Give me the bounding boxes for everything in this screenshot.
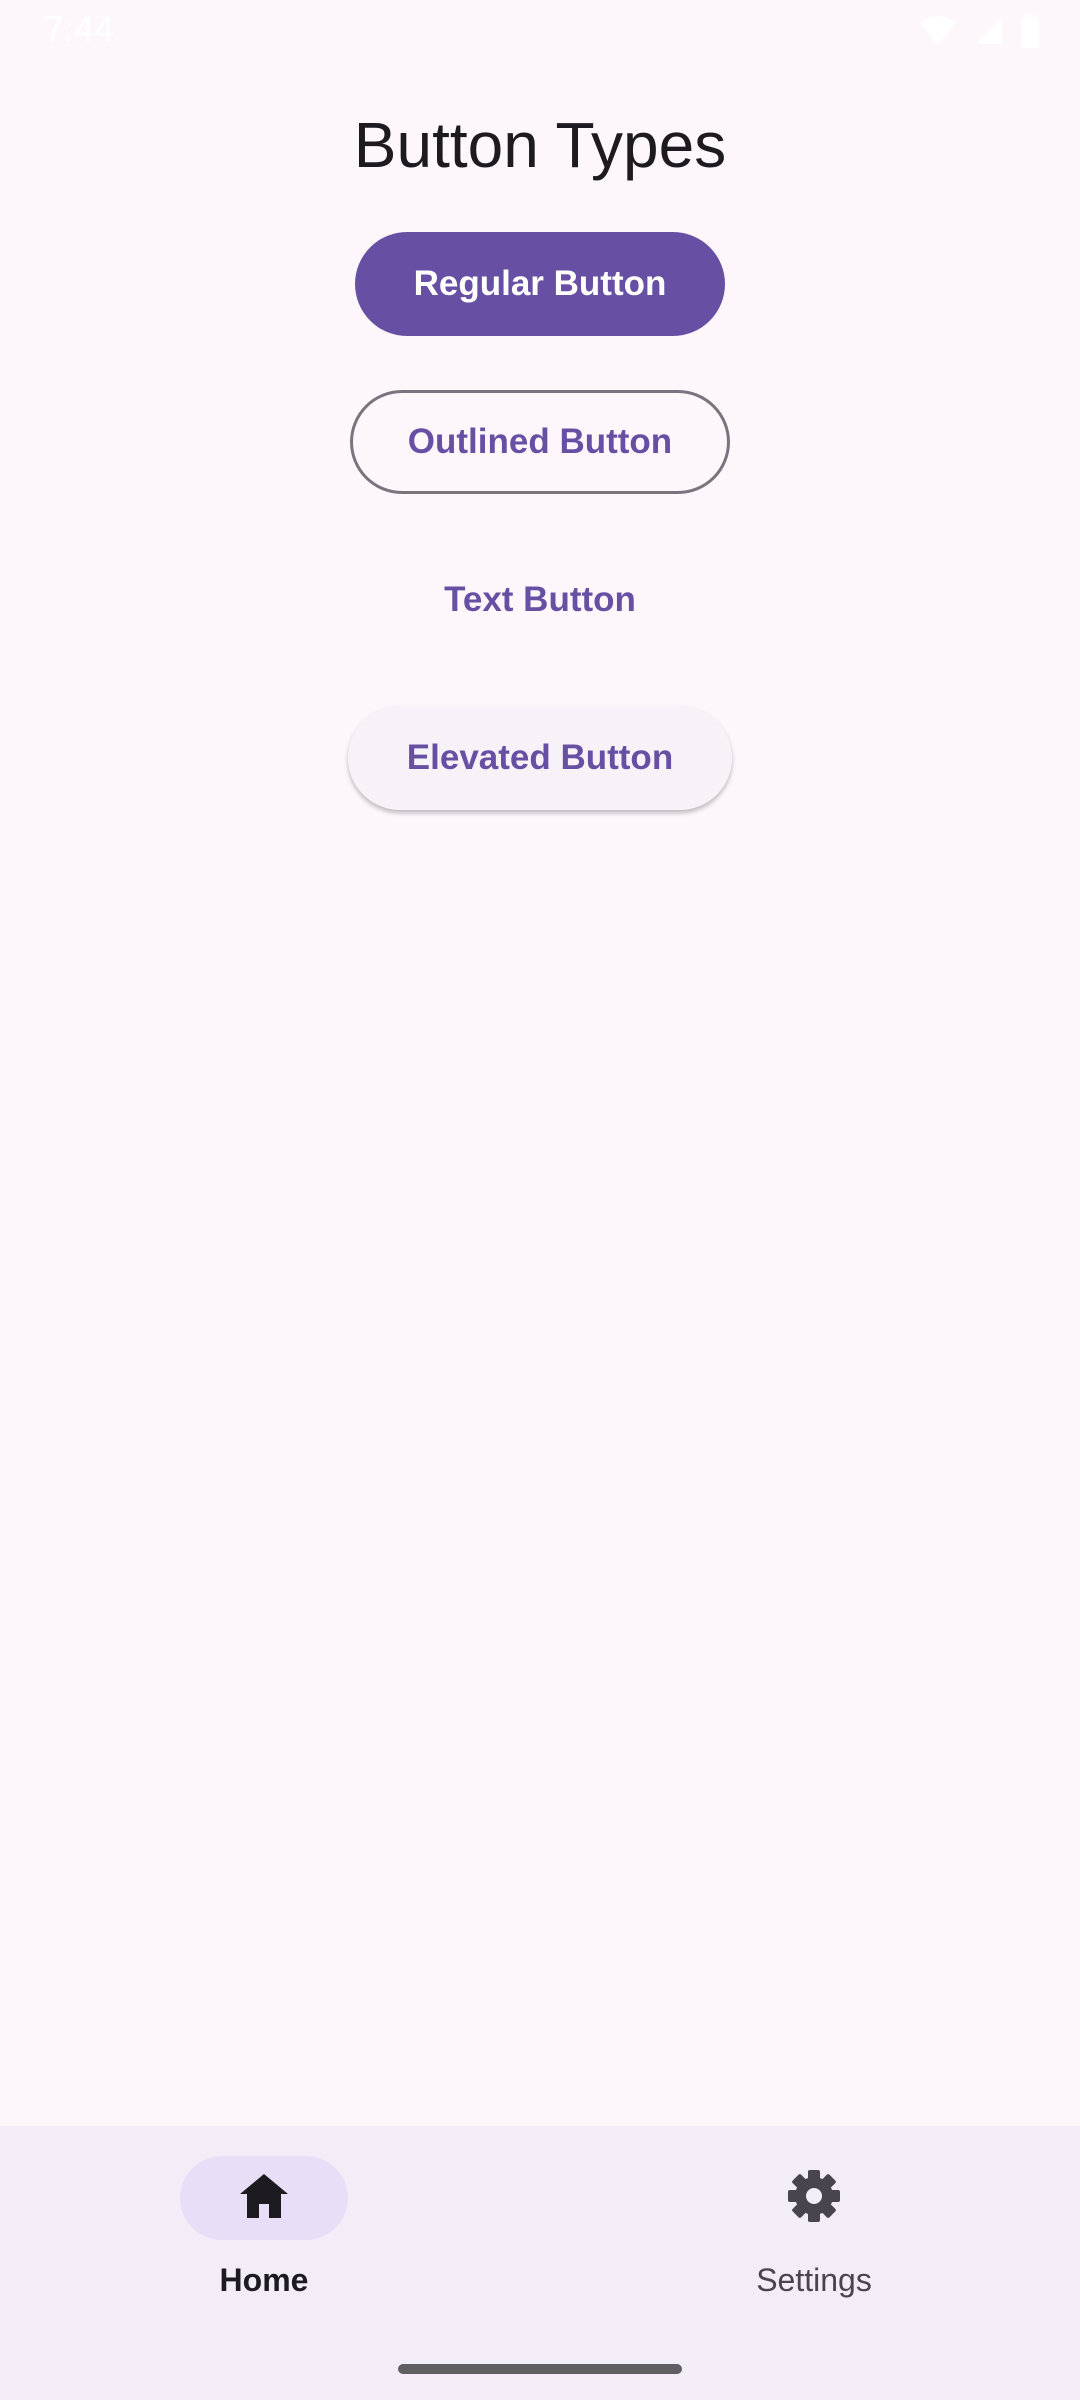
elevated-button[interactable]: Elevated Button <box>348 706 732 810</box>
status-time: 7:44 <box>44 8 115 49</box>
battery-icon <box>1020 14 1040 48</box>
gear-icon <box>787 2169 841 2228</box>
signal-icon <box>974 16 1004 46</box>
nav-item-settings[interactable]: Settings <box>674 2156 954 2316</box>
nav-item-home[interactable]: Home <box>124 2156 404 2316</box>
nav-label-home: Home <box>219 2262 309 2298</box>
status-bar: 7:44 <box>0 0 1080 60</box>
wifi-icon <box>918 15 958 47</box>
nav-label-settings: Settings <box>756 2262 872 2298</box>
text-button[interactable]: Text Button <box>420 548 660 652</box>
outlined-button[interactable]: Outlined Button <box>350 390 730 494</box>
bottom-navigation-bar: Home Settings <box>0 2126 1080 2400</box>
regular-button[interactable]: Regular Button <box>355 232 725 336</box>
gesture-home-indicator[interactable] <box>398 2364 682 2374</box>
nav-indicator-slot <box>730 2156 898 2240</box>
page-title: Button Types <box>353 109 727 181</box>
status-icons <box>918 14 1040 48</box>
nav-active-indicator <box>180 2156 348 2240</box>
home-icon <box>238 2172 290 2225</box>
